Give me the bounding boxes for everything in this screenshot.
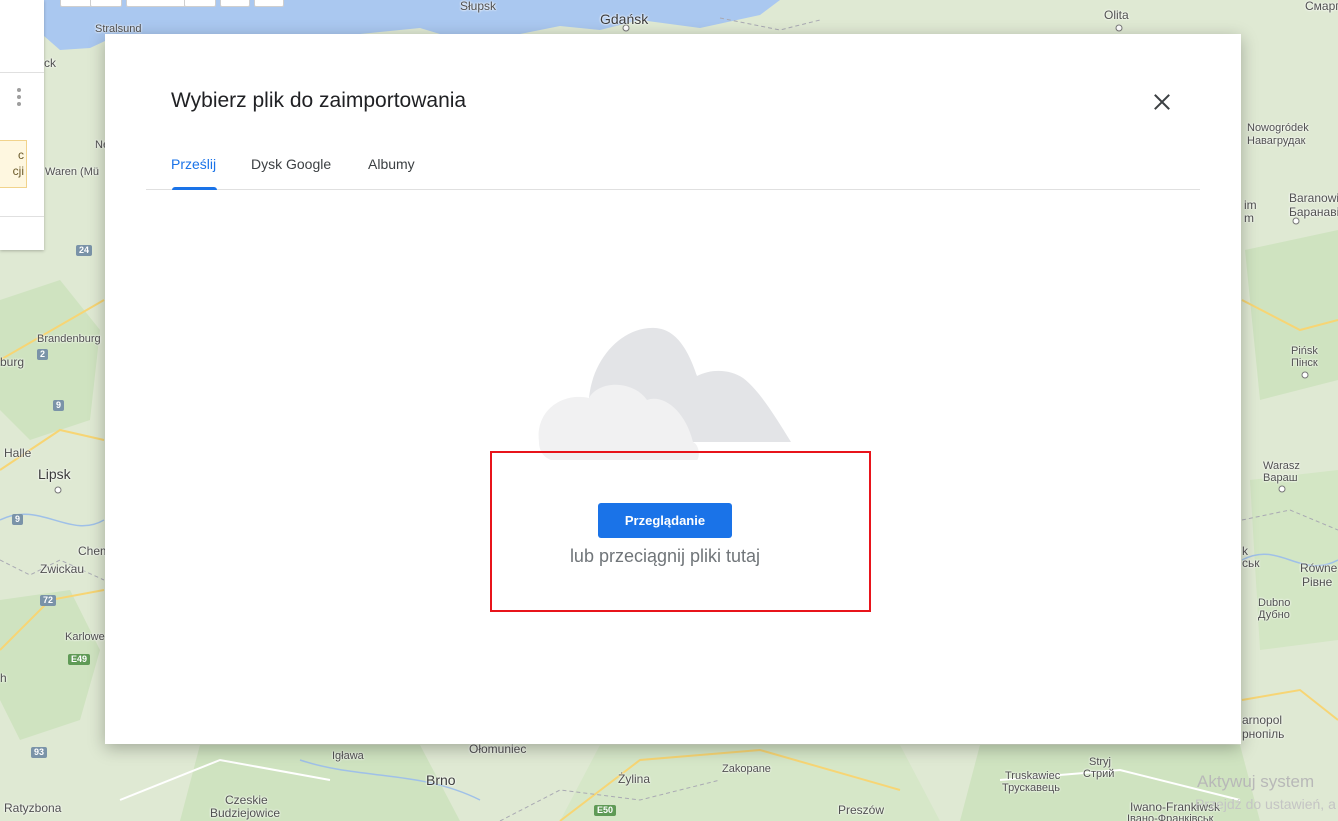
divider [0,216,44,217]
map-label-h: h [0,671,7,685]
map-label-m: m [1244,211,1254,225]
map-label-dubno-cy: Дубно [1258,609,1290,621]
map-label-sk: ськ [1242,556,1260,570]
road-shield: 2 [37,349,49,360]
map-label-tarnopol: arnopol [1242,713,1283,727]
road-shield: 24 [76,245,93,256]
tab-albums[interactable]: Albumy [368,156,415,172]
map-label-smarh: Смарг [1305,0,1338,13]
tab-upload[interactable]: Prześlij [171,156,216,172]
map-label-baranowicze: Baranowicze [1289,191,1338,205]
road-shield: E49 [68,654,91,665]
side-notice: c cji [0,140,27,188]
road-shield: 93 [31,747,48,758]
map-label-tarnopol-cy: рнопіль [1242,727,1285,741]
map-label-karlowe: Karlowe [65,631,105,643]
road-shield: E50 [594,805,617,816]
toolbar-button[interactable] [184,0,216,7]
active-tab-indicator [172,187,217,190]
map-label-olita: Olita [1104,8,1129,22]
map-label-rowne: Równe [1300,561,1338,575]
road-shield: 9 [53,400,65,411]
layers-side-panel: c cji [0,0,44,250]
divider [0,72,44,73]
map-label-preszow: Preszów [838,803,885,817]
toolbar-button[interactable] [90,0,122,7]
activate-windows-subtitle: Przejdź do ustawień, a [1195,796,1336,812]
map-label-truskawiec-cy: Трускавець [1002,782,1061,794]
map-label-zylina: Żylina [618,772,651,786]
toolbar-button[interactable] [220,0,250,7]
more-vert-icon[interactable] [15,88,23,108]
map-label-burg: burg [0,355,25,369]
activate-windows-title: Aktywuj system [1197,772,1315,791]
map-label-ck: ck [44,56,56,70]
map-label-budziejowice: Budziejowice [210,806,281,820]
map-label-nowogrodek-cy: Навагрудак [1247,135,1306,147]
map-label-rowne-cy: Рівне [1302,575,1333,589]
close-icon[interactable] [1149,89,1175,115]
map-label-olomuniec: Ołomuniec [469,742,527,756]
dialog-title: Wybierz plik do zaimportowania [171,89,467,112]
toolbar-button[interactable] [254,0,284,7]
browse-button[interactable]: Przeglądanie [598,503,732,538]
map-label-zwickau: Zwickau [40,562,85,576]
toolbar-button[interactable] [126,0,186,7]
map-label-gdansk: Gdańsk [600,11,649,27]
screen: Słupsk Gdańsk Olita Смарг Stralsund ck N… [0,0,1338,821]
close-button[interactable] [1149,89,1175,115]
map-label-brandenburg: Brandenburg [37,333,101,345]
toolbar-button[interactable] [60,0,92,7]
map-label-halle: Halle [4,446,32,460]
map-label-brno: Brno [426,772,456,788]
dialog-tabs: Prześlij Dysk Google Albumy [146,152,1200,190]
side-notice-line: c [18,148,24,162]
map-label-baranowicze-cy: Баранавічы [1289,205,1338,219]
tab-google-drive[interactable]: Dysk Google [251,156,331,172]
road-shield: 9 [12,514,24,525]
drop-files-hint: lub przeciągnij pliki tutaj [569,546,761,566]
map-label-lipsk: Lipsk [38,466,71,482]
map-label-slupsk: Słupsk [460,0,497,13]
map-label-ratyzbona: Ratyzbona [4,801,62,815]
map-label-stryj-cy: Стрий [1083,768,1115,780]
side-notice-line: cji [12,164,24,178]
cloud-icon [538,327,791,460]
road-shield: 72 [40,595,57,606]
map-label-pinsk-cy: Пінск [1291,357,1318,369]
map-label-iwano-cy: Івано-Франківськ [1127,813,1214,821]
map-label-waren: Waren (Mü [45,166,99,178]
map-label-iglawa: Igława [332,750,364,762]
map-label-warasz-cy: Вараш [1263,472,1298,484]
map-label-nowogrodek: Nowogródek [1247,122,1309,134]
import-file-dialog: Wybierz plik do zaimportowania Prześlij … [105,34,1241,744]
map-label-zakopane: Zakopane [722,763,771,775]
